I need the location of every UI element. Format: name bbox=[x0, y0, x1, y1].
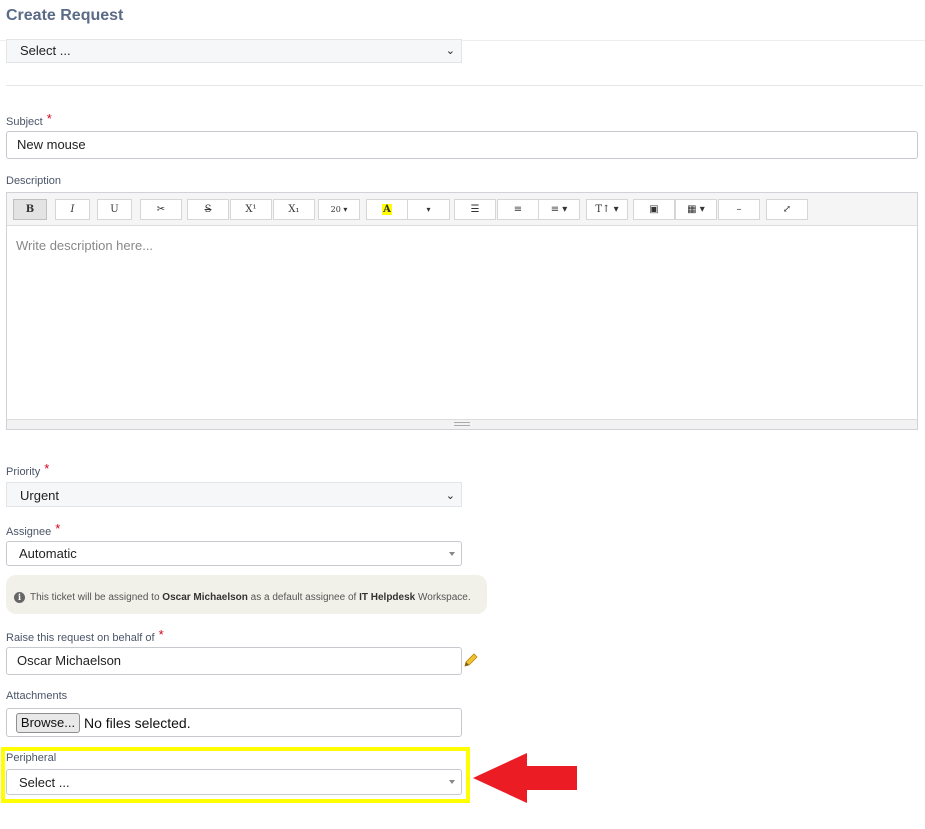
description-editor[interactable]: B I U ✂ S X¹ X₁ 20 ▾ A ▾ ☰ ≡ ≡ ▾ T↑ ▾ ▣ … bbox=[6, 192, 918, 430]
image-button[interactable]: ▣ bbox=[633, 199, 675, 220]
editor-resize-handle[interactable] bbox=[7, 419, 917, 429]
highlight-color-button[interactable]: A bbox=[366, 199, 408, 220]
table-dropdown[interactable]: ▦ ▾ bbox=[675, 199, 717, 220]
section-divider bbox=[6, 85, 923, 86]
superscript-button[interactable]: X¹ bbox=[230, 199, 272, 220]
italic-button[interactable]: I bbox=[55, 199, 90, 220]
arrow-left-icon bbox=[473, 753, 577, 803]
pencil-icon[interactable] bbox=[463, 652, 479, 668]
peripheral-select[interactable]: Select ... bbox=[6, 769, 462, 795]
assignee-label: Assignee * bbox=[6, 521, 61, 538]
subscript-button[interactable]: X₁ bbox=[273, 199, 315, 220]
underline-button[interactable]: U bbox=[97, 199, 132, 220]
text-style-dropdown[interactable]: T↑ ▾ bbox=[586, 199, 628, 220]
required-marker: * bbox=[44, 461, 50, 476]
description-label: Description bbox=[6, 175, 62, 187]
grip-icon bbox=[454, 422, 470, 426]
caret-down-icon bbox=[449, 552, 455, 556]
description-textarea[interactable]: Write description here... bbox=[7, 226, 917, 419]
fullscreen-button[interactable]: ⤢ bbox=[766, 199, 808, 220]
peripheral-value: Select ... bbox=[19, 775, 70, 790]
assignee-info-box: i This ticket will be assigned to Oscar … bbox=[6, 575, 487, 614]
peripheral-label: Peripheral bbox=[6, 752, 57, 764]
page-title: Create Request bbox=[6, 7, 124, 24]
priority-label: Priority * bbox=[6, 461, 50, 478]
bold-button[interactable]: B bbox=[13, 199, 47, 220]
editor-toolbar: B I U ✂ S X¹ X₁ 20 ▾ A ▾ ☰ ≡ ≡ ▾ T↑ ▾ ▣ … bbox=[7, 193, 917, 226]
subject-input[interactable]: New mouse bbox=[6, 131, 918, 159]
chevron-down-icon: ⌄ bbox=[445, 490, 455, 502]
top-select-value: Select ... bbox=[20, 43, 71, 58]
file-input[interactable]: Browse... No files selected. bbox=[6, 708, 462, 737]
color-dropdown-button[interactable]: ▾ bbox=[407, 199, 450, 220]
highlight-icon: A bbox=[382, 204, 392, 215]
info-icon: i bbox=[14, 592, 25, 603]
horizontal-rule-button[interactable]: – bbox=[718, 199, 760, 220]
bullet-list-button[interactable]: ☰ bbox=[454, 199, 496, 220]
caret-down-icon bbox=[449, 780, 455, 784]
required-marker: * bbox=[55, 521, 61, 536]
priority-value: Urgent bbox=[20, 488, 60, 503]
top-select[interactable]: Select ... ⌄ bbox=[6, 39, 462, 63]
priority-select[interactable]: Urgent ⌄ bbox=[6, 482, 462, 507]
align-dropdown[interactable]: ≡ ▾ bbox=[538, 199, 580, 220]
subject-label: Subject * bbox=[6, 111, 52, 128]
required-marker: * bbox=[158, 627, 164, 642]
font-size-dropdown[interactable]: 20 ▾ bbox=[318, 199, 360, 220]
browse-button[interactable]: Browse... bbox=[16, 713, 80, 733]
required-marker: * bbox=[46, 111, 52, 126]
assignee-select[interactable]: Automatic bbox=[6, 541, 462, 566]
file-status: No files selected. bbox=[84, 715, 191, 731]
eraser-icon[interactable]: ✂ bbox=[140, 199, 182, 220]
behalf-label: Raise this request on behalf of * bbox=[6, 627, 164, 644]
attachments-label: Attachments bbox=[6, 690, 68, 702]
numbered-list-button[interactable]: ≡ bbox=[497, 199, 539, 220]
assignee-value: Automatic bbox=[19, 546, 77, 561]
strikethrough-button[interactable]: S bbox=[187, 199, 229, 220]
behalf-input[interactable]: Oscar Michaelson bbox=[6, 647, 462, 675]
chevron-down-icon: ⌄ bbox=[445, 45, 455, 57]
